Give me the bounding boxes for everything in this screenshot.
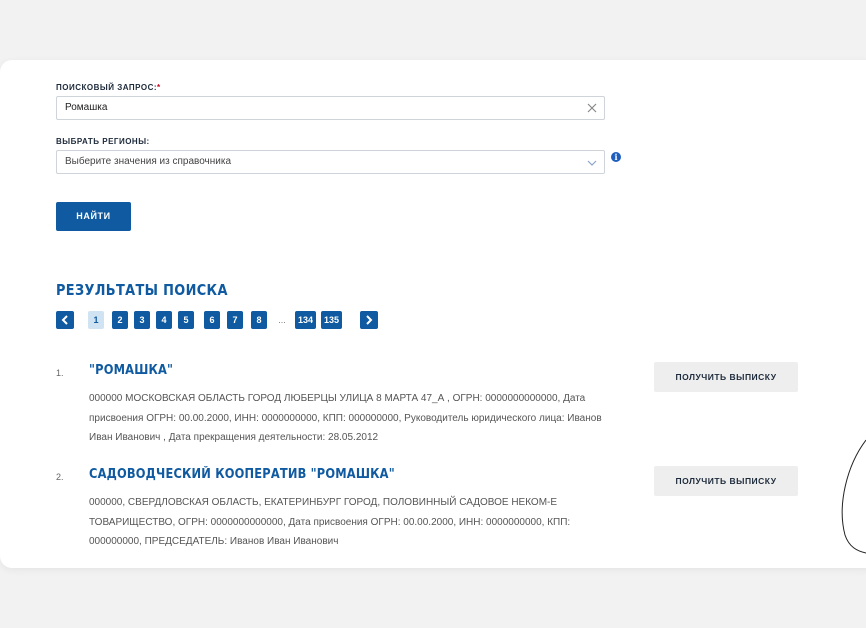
result-description: 000000, СВЕРДЛОВСКАЯ ОБЛАСТЬ, ЕКАТЕРИНБУ…: [89, 497, 571, 547]
page-button-8[interactable]: 8: [251, 311, 267, 329]
query-label: ПОИСКОВЫЙ ЗАПРОС:*: [56, 83, 161, 92]
pagination-ellipsis: ...: [278, 315, 286, 325]
result-title-link[interactable]: САДОВОДЧЕСКИЙ КООПЕРАТИВ "РОМАШКА": [89, 467, 395, 482]
chevron-down-icon[interactable]: [586, 158, 598, 168]
info-icon[interactable]: i: [611, 152, 621, 162]
results-title: РЕЗУЛЬТАТЫ ПОИСКА: [56, 281, 228, 299]
search-input-value: Ромашка: [65, 102, 108, 113]
chevron-left-icon: [61, 315, 68, 325]
page-button-135[interactable]: 135: [321, 311, 343, 329]
regions-label: ВЫБРАТЬ РЕГИОНЫ:: [56, 137, 150, 146]
required-mark: *: [157, 83, 161, 92]
decorative-curve: [841, 439, 866, 554]
page-button-5[interactable]: 5: [178, 311, 194, 329]
find-button[interactable]: НАЙТИ: [56, 202, 131, 231]
result-description: 000000 МОСКОВСКАЯ ОБЛАСТЬ ГОРОД ЛЮБЕРЦЫ …: [89, 393, 602, 443]
page-button-6[interactable]: 6: [204, 311, 220, 329]
page-button-134[interactable]: 134: [295, 311, 317, 329]
chevron-right-icon: [366, 315, 373, 325]
page-button-2[interactable]: 2: [112, 311, 128, 329]
search-input[interactable]: Ромашка: [56, 96, 605, 120]
next-page-button[interactable]: [360, 311, 378, 329]
regions-placeholder: Выберите значения из справочника: [65, 156, 232, 167]
page-button-3[interactable]: 3: [134, 311, 150, 329]
prev-page-button[interactable]: [56, 311, 74, 329]
result-title-link[interactable]: "РОМАШКА": [89, 363, 173, 378]
close-icon[interactable]: [586, 102, 598, 114]
page-button-4[interactable]: 4: [156, 311, 172, 329]
page-button-7[interactable]: 7: [227, 311, 243, 329]
result-number: 1.: [56, 368, 64, 378]
get-extract-button[interactable]: ПОЛУЧИТЬ ВЫПИСКУ: [654, 362, 798, 392]
page-button-1[interactable]: 1: [88, 311, 104, 329]
regions-select[interactable]: Выберите значения из справочника: [56, 150, 605, 174]
get-extract-button[interactable]: ПОЛУЧИТЬ ВЫПИСКУ: [654, 466, 798, 496]
result-number: 2.: [56, 472, 64, 482]
